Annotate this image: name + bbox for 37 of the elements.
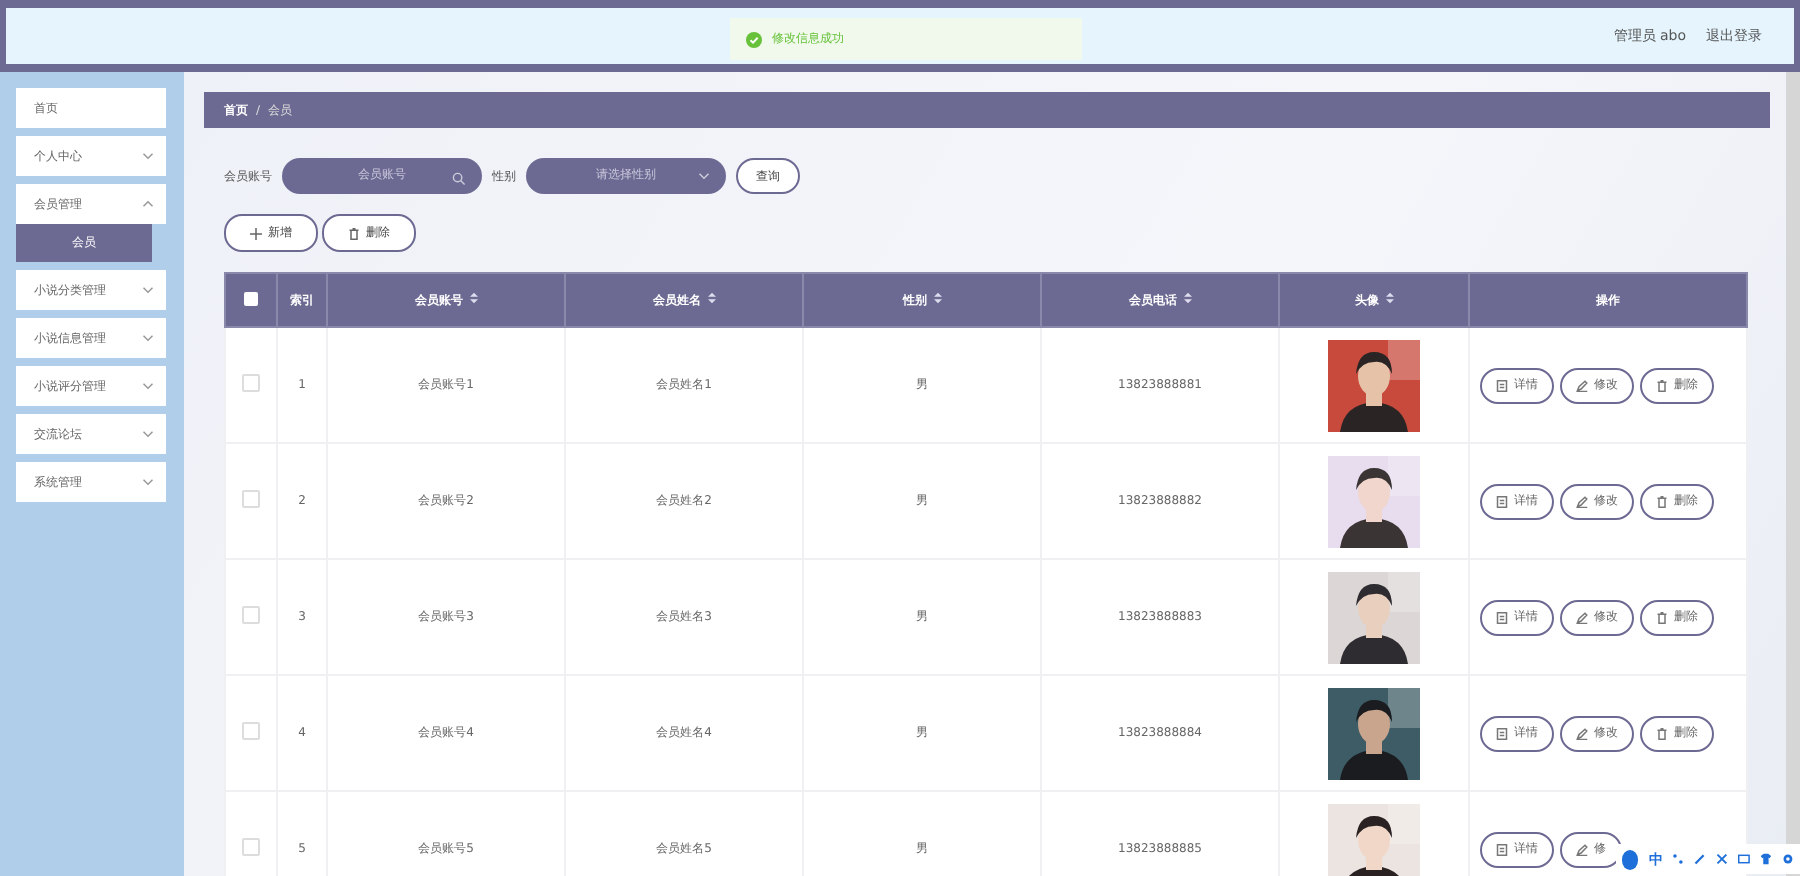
- search-icon: [452, 172, 466, 186]
- row-checkbox[interactable]: [242, 374, 260, 392]
- sort-icon: [469, 291, 477, 303]
- pencil-icon: [1576, 379, 1588, 391]
- scissors-icon[interactable]: [1716, 852, 1729, 866]
- trash-icon: [1656, 379, 1668, 391]
- row-checkbox[interactable]: [242, 838, 260, 856]
- sort-icon: [1385, 291, 1393, 303]
- document-icon: [1496, 611, 1508, 623]
- check-circle-icon: [746, 31, 762, 47]
- row-checkbox[interactable]: [242, 722, 260, 740]
- shirt-icon[interactable]: [1760, 852, 1773, 866]
- row-checkbox[interactable]: [242, 490, 260, 508]
- punctuation-icon[interactable]: [1672, 852, 1685, 866]
- trash-icon: [1656, 611, 1668, 623]
- document-icon: [1496, 379, 1508, 391]
- select-all-checkbox[interactable]: [244, 291, 258, 305]
- row-checkbox[interactable]: [242, 606, 260, 624]
- sort-icon: [1183, 291, 1191, 303]
- document-icon: [1496, 727, 1508, 739]
- scrollbar[interactable]: [1786, 72, 1800, 876]
- pencil-icon: [1576, 843, 1588, 855]
- pencil-icon: [1576, 611, 1588, 623]
- keyboard-icon[interactable]: [1738, 852, 1751, 866]
- document-icon: [1496, 843, 1508, 855]
- chevron-icon: [698, 172, 710, 180]
- trash-icon: [1656, 495, 1668, 507]
- trash-icon: [1656, 727, 1668, 739]
- pencil-icon: [1576, 727, 1588, 739]
- trash-icon: [348, 227, 360, 239]
- gear-icon[interactable]: [1782, 852, 1794, 866]
- plus-icon: [250, 227, 262, 239]
- pencil-icon[interactable]: [1694, 852, 1707, 866]
- document-icon: [1496, 495, 1508, 507]
- sort-icon: [933, 291, 941, 303]
- sort-icon: [707, 291, 715, 303]
- pencil-icon: [1576, 495, 1588, 507]
